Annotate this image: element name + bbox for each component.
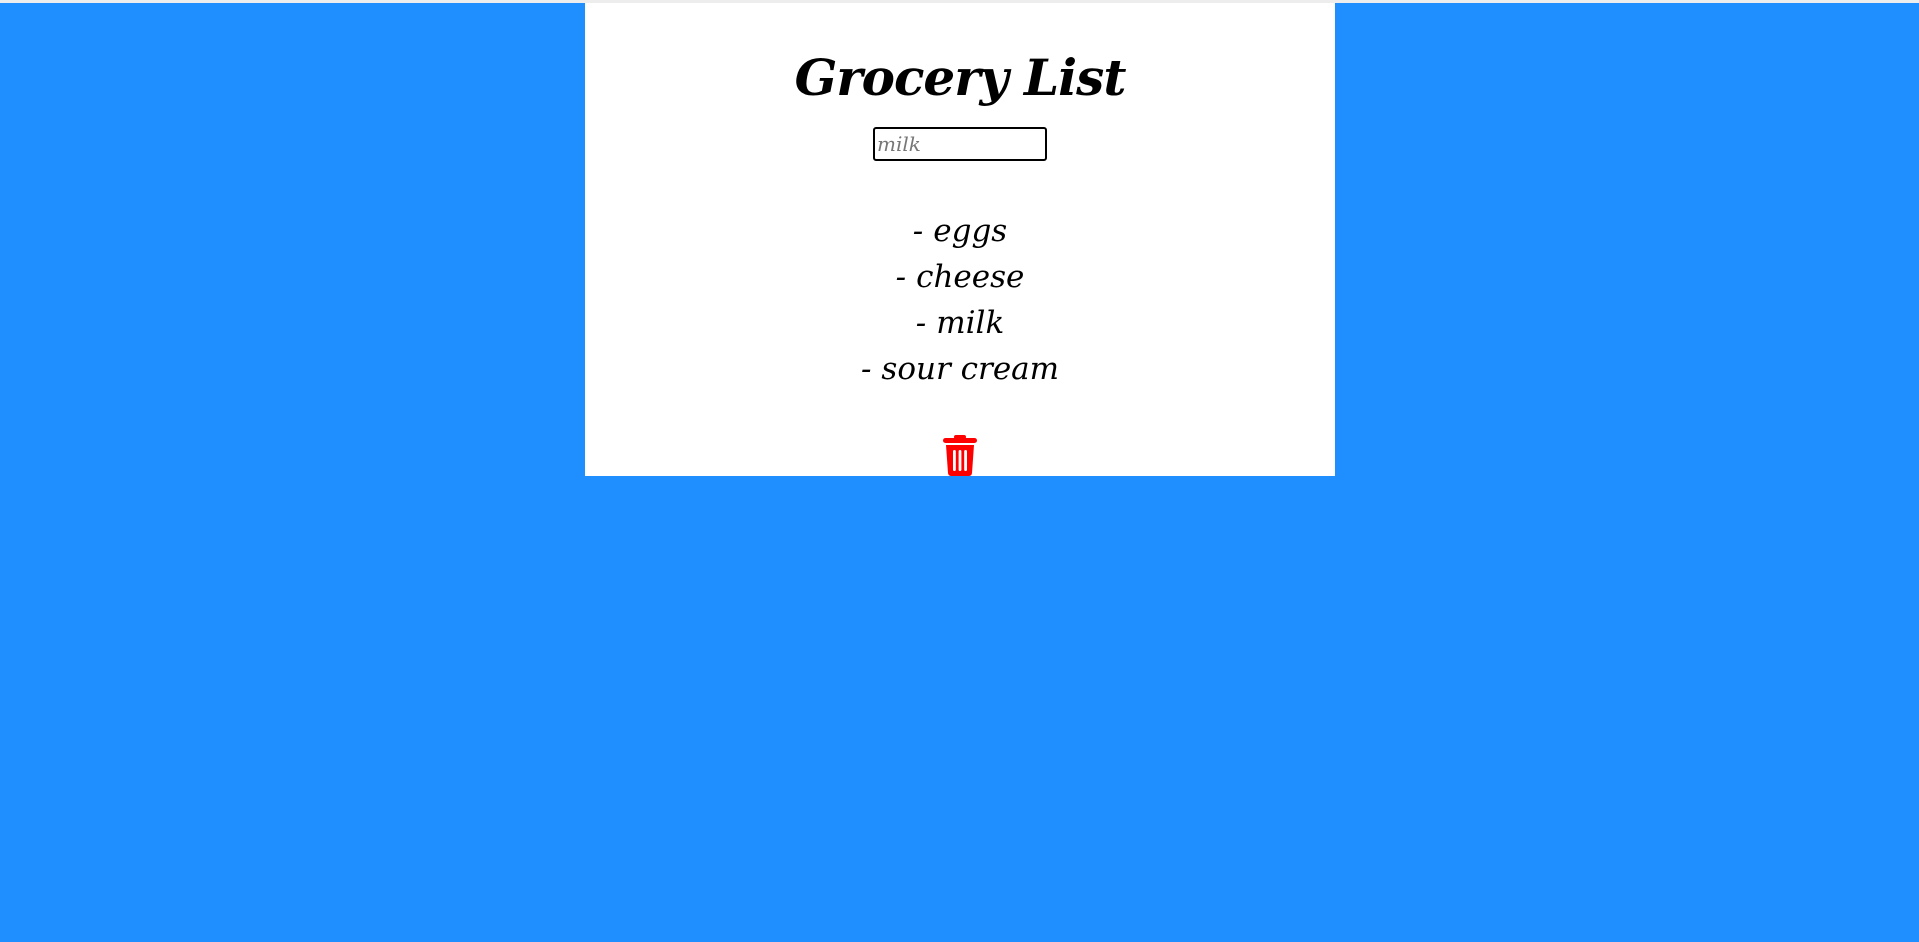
list-item-label: sour cream [881,351,1060,387]
list-item[interactable]: - eggs [585,208,1335,254]
list-item-label: eggs [933,213,1008,249]
list-bullet: - [860,351,872,387]
list-item-label: cheese [916,259,1025,295]
page-title: Grocery List [794,47,1127,107]
list-item[interactable]: - sour cream [585,346,1335,392]
list-item-label: milk [936,305,1005,341]
grocery-card: Grocery List -eggs -cheese -milk -sour c… [585,3,1335,476]
delete-button[interactable] [942,435,978,477]
grocery-list: - eggs - cheese - milk - sour cream [585,208,1335,392]
list-bullet: - [895,259,907,295]
add-item-input[interactable] [873,127,1047,161]
list-item[interactable]: - milk [585,300,1335,346]
list-item[interactable]: - cheese [585,254,1335,300]
list-bullet: - [912,213,924,249]
list-bullet: - [915,305,927,341]
trash-icon [943,435,977,476]
